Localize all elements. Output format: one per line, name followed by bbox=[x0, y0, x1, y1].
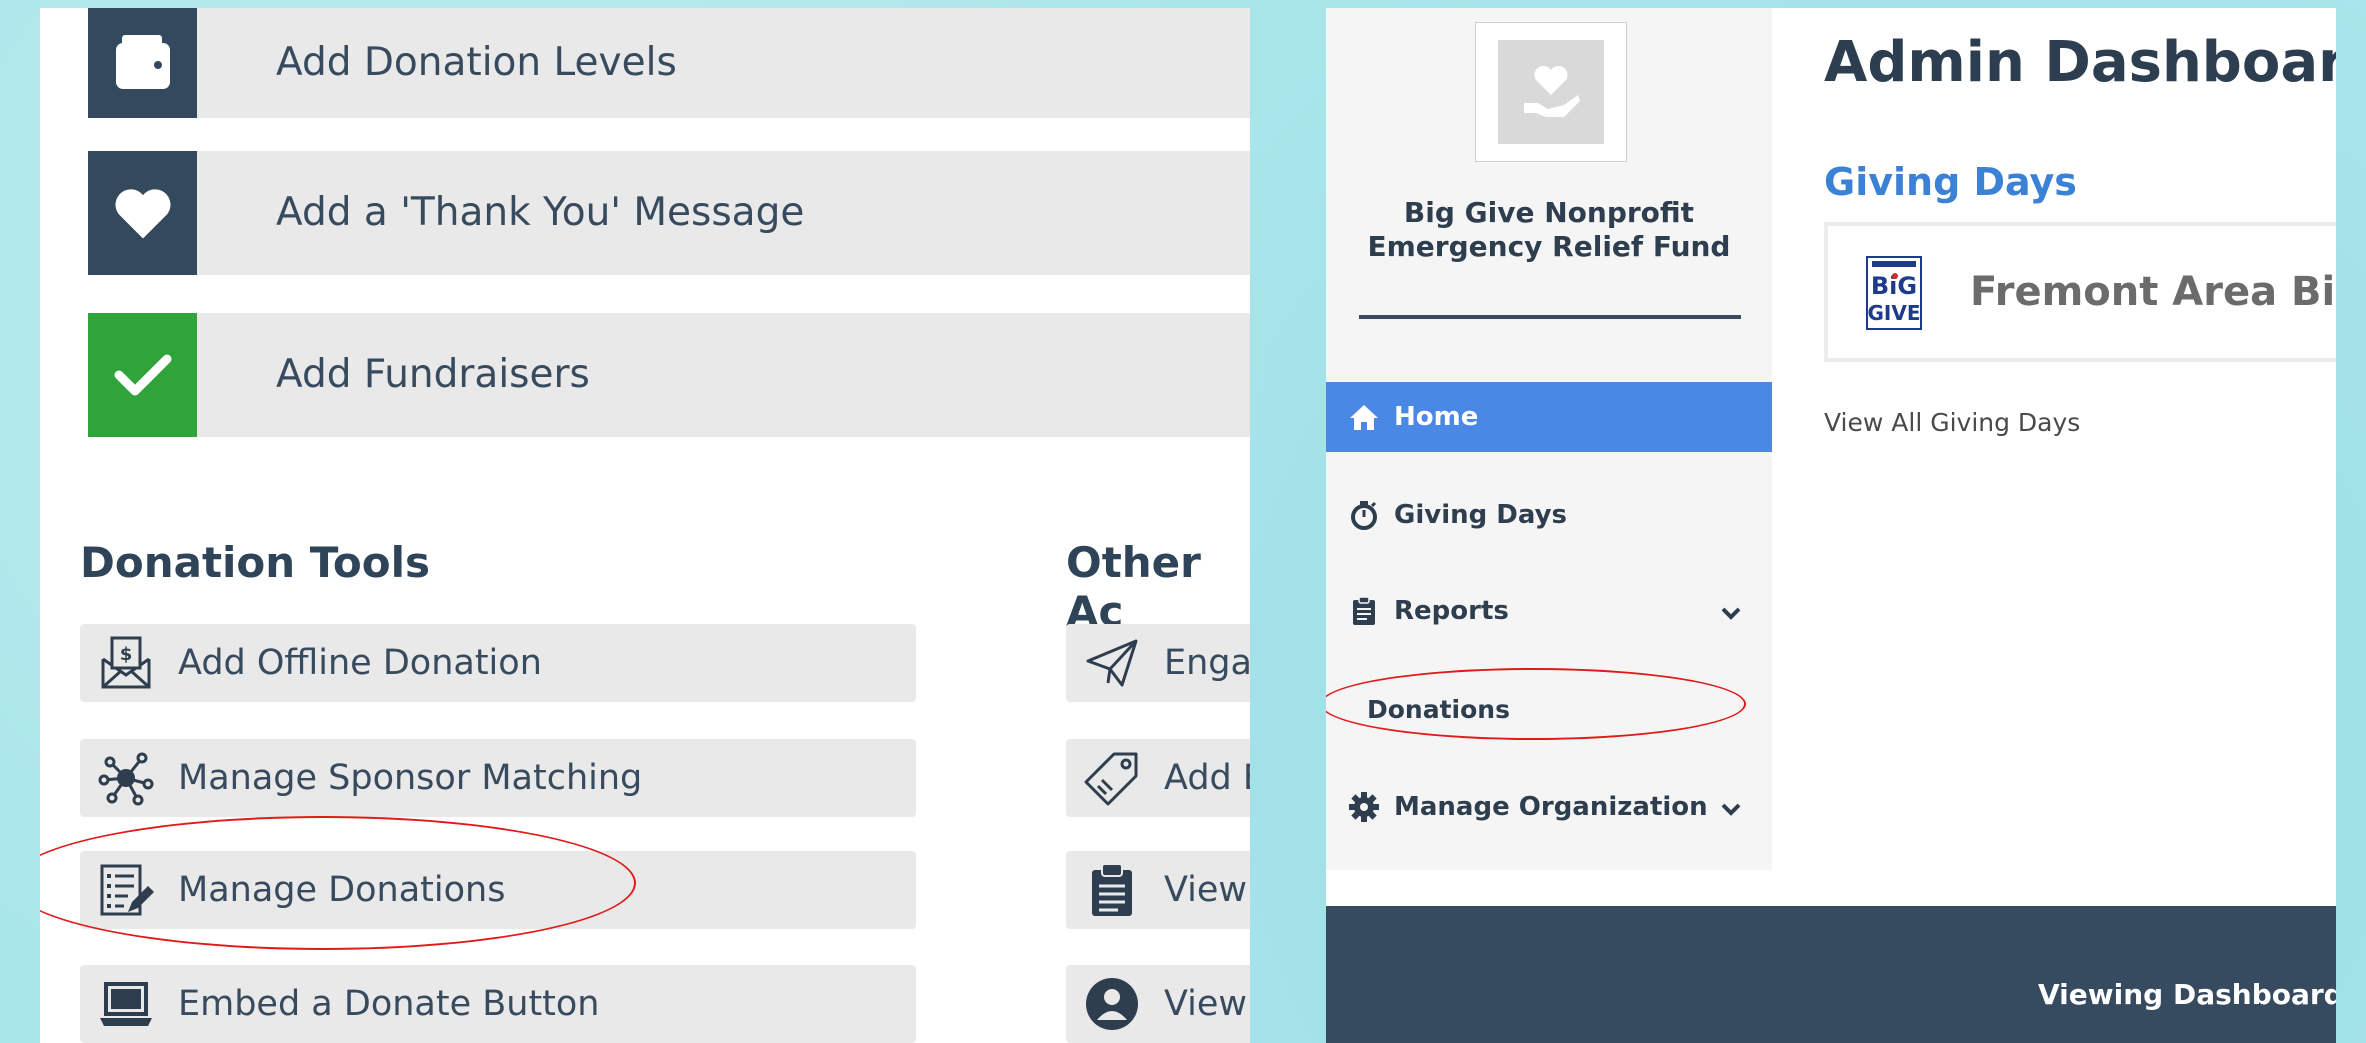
sidebar: Big Give Nonprofit Emergency Relief Fund… bbox=[1326, 8, 1772, 870]
check-icon bbox=[88, 313, 197, 437]
big-give-logo: BiG GIVE bbox=[1866, 256, 1922, 330]
tool-label: View bbox=[1164, 984, 1248, 1024]
org-logo bbox=[1475, 22, 1627, 162]
org-name: Big Give Nonprofit Emergency Relief Fund bbox=[1367, 196, 1731, 263]
chevron-down-icon[interactable] bbox=[1720, 598, 1742, 628]
clipboard-icon bbox=[1084, 863, 1140, 916]
sidebar-item-donations[interactable]: Donations bbox=[1326, 674, 1772, 744]
main-content: Admin Dashboard Giving Days BiG GIVE Fre… bbox=[1824, 8, 2336, 870]
clipboard-icon bbox=[1348, 596, 1380, 626]
view-all-giving-days-link[interactable]: View All Giving Days bbox=[1824, 408, 2080, 437]
list-edit-icon bbox=[98, 864, 154, 916]
heart-icon bbox=[88, 151, 197, 275]
step-add-fundraisers[interactable]: Add Fundraisers bbox=[88, 313, 1250, 437]
page-title: Admin Dashboard bbox=[1824, 30, 2336, 95]
svg-text:GIVE: GIVE bbox=[1868, 301, 1920, 325]
gear-icon bbox=[1348, 792, 1380, 822]
giving-day-name: Fremont Area Big G bbox=[1970, 269, 2336, 315]
svg-text:$: $ bbox=[120, 644, 133, 665]
add-button[interactable]: Add B bbox=[1066, 739, 1250, 817]
tool-label: Embed a Donate Button bbox=[178, 984, 600, 1024]
tool-label: Add Offline Donation bbox=[178, 643, 542, 683]
divider bbox=[1359, 315, 1741, 319]
sidebar-item-manage-organization[interactable]: Manage Organization bbox=[1326, 772, 1772, 842]
stopwatch-icon bbox=[1348, 500, 1380, 530]
right-panel: Big Give Nonprofit Emergency Relief Fund… bbox=[1326, 8, 2336, 1043]
engage-button[interactable]: Engag bbox=[1066, 624, 1250, 702]
chevron-down-icon[interactable] bbox=[1720, 794, 1742, 824]
sidebar-item-label: Manage Organization bbox=[1394, 792, 1708, 822]
heart-hand-icon bbox=[1498, 40, 1604, 144]
sidebar-item-home[interactable]: Home bbox=[1326, 382, 1772, 452]
sidebar-item-label: Home bbox=[1394, 402, 1479, 432]
laptop-icon bbox=[98, 978, 154, 1030]
left-panel: Add Donation Levels Add a 'Thank You' Me… bbox=[40, 8, 1250, 1043]
paper-plane-icon bbox=[1084, 637, 1140, 689]
manage-donations-button[interactable]: Manage Donations bbox=[80, 851, 916, 929]
manage-sponsor-matching-button[interactable]: Manage Sponsor Matching bbox=[80, 739, 916, 817]
tool-label: Add B bbox=[1164, 758, 1250, 798]
sidebar-item-reports[interactable]: Reports bbox=[1326, 576, 1772, 646]
add-offline-donation-button[interactable]: $ Add Offline Donation bbox=[80, 624, 916, 702]
step-add-thank-you[interactable]: Add a 'Thank You' Message bbox=[88, 151, 1250, 275]
user-circle-icon bbox=[1084, 978, 1140, 1030]
wallet-icon bbox=[88, 8, 197, 118]
step-label: Add Fundraisers bbox=[276, 352, 590, 397]
giving-day-card[interactable]: BiG GIVE Fremont Area Big G bbox=[1824, 222, 2336, 362]
footer-text: Viewing Dashboard f bbox=[2038, 978, 2336, 1011]
giving-days-heading: Giving Days bbox=[1824, 160, 2077, 204]
tag-icon bbox=[1084, 752, 1140, 806]
step-label: Add a 'Thank You' Message bbox=[276, 190, 805, 235]
embed-donate-button[interactable]: Embed a Donate Button bbox=[80, 965, 916, 1043]
donation-tools-heading: Donation Tools bbox=[80, 538, 430, 587]
home-icon bbox=[1348, 403, 1380, 431]
tool-label: View bbox=[1164, 870, 1248, 910]
sidebar-item-giving-days[interactable]: Giving Days bbox=[1326, 480, 1772, 550]
network-icon bbox=[98, 752, 154, 806]
sidebar-item-label: Donations bbox=[1367, 694, 1510, 724]
footer-bar: Viewing Dashboard f bbox=[1326, 906, 2336, 1043]
step-add-donation-levels[interactable]: Add Donation Levels bbox=[88, 8, 1250, 118]
view-profile-button[interactable]: View bbox=[1066, 965, 1250, 1043]
tool-label: Engag bbox=[1164, 643, 1250, 683]
view-reports-button[interactable]: View bbox=[1066, 851, 1250, 929]
tool-label: Manage Sponsor Matching bbox=[178, 758, 643, 798]
step-label: Add Donation Levels bbox=[276, 40, 677, 85]
other-actions-heading: Other Ac bbox=[1066, 538, 1201, 636]
sidebar-item-label: Giving Days bbox=[1394, 500, 1568, 530]
tool-label: Manage Donations bbox=[178, 870, 506, 910]
sidebar-item-label: Reports bbox=[1394, 596, 1509, 626]
envelope-dollar-icon: $ bbox=[98, 636, 154, 689]
